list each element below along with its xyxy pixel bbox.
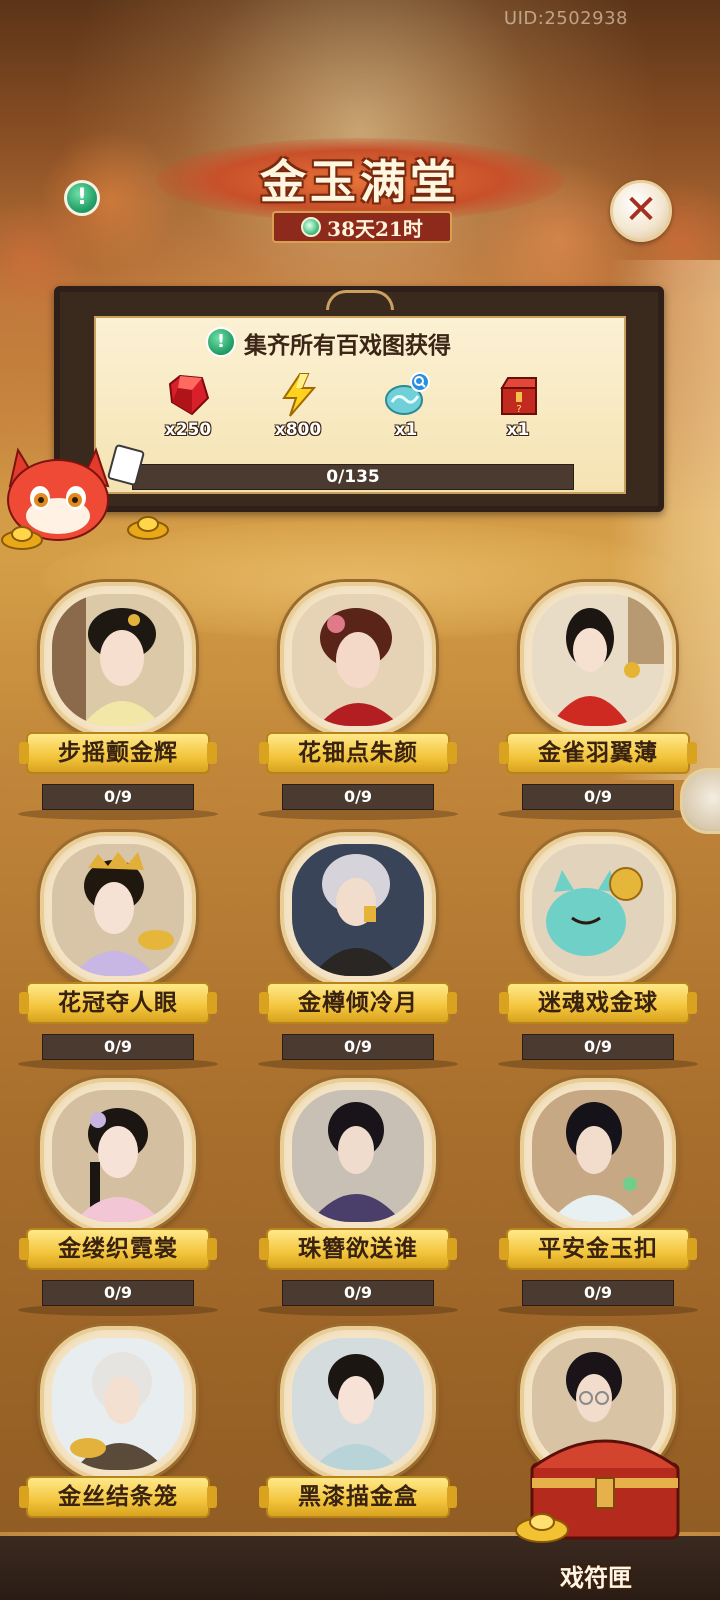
red-gem-icon	[168, 374, 210, 416]
collection-card[interactable]: 迷魂戏金球 0/9	[498, 832, 698, 1070]
card-progress: 0/9	[522, 784, 674, 810]
reward-panel-title: 集齐所有百戏图获得	[244, 332, 451, 359]
collection-card[interactable]: 平安金玉扣 0/9	[498, 1078, 698, 1316]
character-portrait	[292, 844, 424, 976]
card-title: 平安金玉扣	[499, 1228, 697, 1270]
uid-label: UID:2502938	[503, 8, 628, 29]
character-portrait	[292, 1338, 424, 1470]
gold-ingot-icon	[127, 516, 169, 540]
card-progress: 0/9	[522, 1034, 674, 1060]
collection-card[interactable]: 珠簪欲送谁 0/9	[258, 1078, 458, 1316]
card-progress: 0/9	[282, 1034, 434, 1060]
svg-text:?: ?	[516, 404, 521, 415]
collection-card[interactable]: 金缕织霓裳 0/9	[18, 1078, 218, 1316]
character-portrait	[52, 1338, 184, 1470]
collection-card[interactable]: 步摇颤金辉 0/9	[18, 582, 218, 820]
clock-icon	[301, 217, 322, 237]
card-title: 金樽倾冷月	[259, 982, 457, 1024]
jade-cloud-orb-icon	[385, 372, 430, 415]
mystery-chest-icon: ?	[500, 377, 537, 415]
info-icon[interactable]: !	[64, 180, 100, 216]
card-title: 迷魂戏金球	[499, 982, 697, 1024]
card-progress: 0/9	[522, 1280, 674, 1306]
reward-count: x1	[506, 420, 530, 440]
card-progress: 0/9	[42, 784, 194, 810]
collection-progress-bar: 0/135	[132, 464, 574, 490]
countdown-badge: 38天21时	[272, 211, 452, 243]
card-title: 珠簪欲送谁	[259, 1228, 457, 1270]
character-portrait	[532, 594, 664, 726]
reward-count: x1	[394, 420, 418, 440]
reward-info-icon[interactable]: !	[206, 327, 236, 357]
character-portrait	[52, 594, 184, 726]
close-button[interactable]: ✕	[610, 180, 672, 242]
card-title: 黑漆描金盒	[259, 1476, 457, 1518]
character-portrait	[52, 1090, 184, 1222]
card-progress: 0/9	[42, 1280, 194, 1306]
card-progress: 0/9	[42, 1034, 194, 1060]
panel-ornament	[326, 290, 394, 310]
collection-card[interactable]: 花钿点朱颜 0/9	[258, 582, 458, 820]
card-title: 金缕织霓裳	[19, 1228, 217, 1270]
chest-label: 戏符匣	[560, 1563, 632, 1592]
countdown-text: 38天21时	[327, 216, 423, 241]
cat-helper-icon[interactable]	[680, 768, 720, 834]
reward-count: x800	[274, 420, 322, 440]
treasure-chest-icon[interactable]	[512, 1418, 692, 1548]
card-title: 花钿点朱颜	[259, 732, 457, 774]
card-title: 步摇颤金辉	[19, 732, 217, 774]
character-portrait	[532, 1090, 664, 1222]
reward-item[interactable]: x800	[258, 372, 338, 444]
card-progress: 0/9	[282, 1280, 434, 1306]
reward-item[interactable]: ? x1	[478, 372, 558, 444]
lightning-icon	[282, 373, 317, 417]
collection-card[interactable]: 黑漆描金盒	[258, 1326, 458, 1562]
card-title: 金丝结条笼	[19, 1476, 217, 1518]
collection-card[interactable]: 花冠夺人眼 0/9	[18, 832, 218, 1070]
collection-card[interactable]: 金丝结条笼	[18, 1326, 218, 1562]
reward-item[interactable]: x250	[148, 372, 228, 444]
collection-card[interactable]: 金雀羽翼薄 0/9	[498, 582, 698, 820]
character-portrait	[292, 594, 424, 726]
reward-count: x250	[164, 420, 212, 440]
character-portrait	[52, 844, 184, 976]
character-portrait	[292, 1090, 424, 1222]
gold-ingot-icon	[1, 526, 43, 550]
collection-card[interactable]: 金樽倾冷月 0/9	[258, 832, 458, 1070]
card-title: 金雀羽翼薄	[499, 732, 697, 774]
card-title: 花冠夺人眼	[19, 982, 217, 1024]
card-progress: 0/9	[282, 784, 434, 810]
character-portrait	[532, 844, 664, 976]
reward-item[interactable]: x1	[366, 372, 446, 444]
